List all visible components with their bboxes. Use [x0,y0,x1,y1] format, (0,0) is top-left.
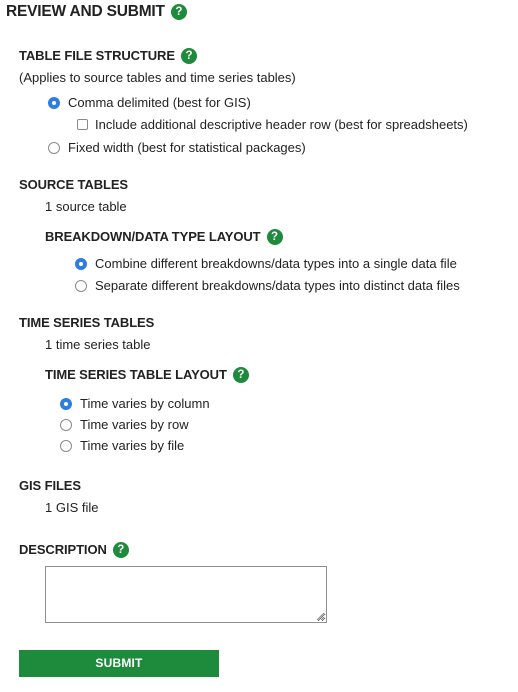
radio-label: Time varies by column [80,396,210,411]
radio-label: Time varies by row [80,417,189,432]
gis-files-count: 1 GIS file [45,500,99,515]
description-textarea[interactable] [45,566,327,623]
radio-label: Time varies by file [80,438,185,453]
table-file-structure-note: (Applies to source tables and time serie… [19,70,296,85]
checkbox-header-row[interactable]: Include additional descriptive header ro… [77,117,468,132]
radio-button[interactable] [48,142,60,154]
description-heading-row: DESCRIPTION? [19,542,129,558]
radio-button[interactable] [60,419,72,431]
help-icon[interactable]: ? [170,4,187,20]
radio-button[interactable] [60,440,72,452]
radio-separate-breakdowns[interactable]: Separate different breakdowns/data types… [75,278,460,293]
time-series-tables-heading: TIME SERIES TABLES [19,315,155,330]
page-title-row: REVIEW AND SUBMIT? [6,3,187,21]
checkbox-label: Include additional descriptive header ro… [95,117,468,132]
radio-button[interactable] [75,280,87,292]
checkbox[interactable] [77,119,88,130]
radio-label: Separate different breakdowns/data types… [95,278,460,293]
breakdown-layout-heading-row: BREAKDOWN/DATA TYPE LAYOUT? [45,229,283,245]
radio-time-by-column[interactable]: Time varies by column [60,396,210,411]
radio-button-selected[interactable] [60,398,72,410]
description-heading: DESCRIPTION [19,542,107,557]
time-series-layout-heading: TIME SERIES TABLE LAYOUT [45,367,227,382]
radio-fixed-width[interactable]: Fixed width (best for statistical packag… [48,140,306,155]
breakdown-layout-heading: BREAKDOWN/DATA TYPE LAYOUT [45,229,261,244]
help-icon[interactable]: ? [266,229,283,245]
source-tables-count: 1 source table [45,199,127,214]
radio-comma-delimited[interactable]: Comma delimited (best for GIS) [48,95,251,110]
resize-handle-icon[interactable] [316,612,325,621]
source-tables-heading: SOURCE TABLES [19,177,128,192]
table-file-structure-heading-row: TABLE FILE STRUCTURE? [19,48,197,64]
radio-combine-breakdowns[interactable]: Combine different breakdowns/data types … [75,256,457,271]
submit-button[interactable]: SUBMIT [19,650,219,677]
radio-time-by-row[interactable]: Time varies by row [60,417,189,432]
time-series-layout-heading-row: TIME SERIES TABLE LAYOUT? [45,367,249,383]
page-title: REVIEW AND SUBMIT [6,3,165,20]
help-icon[interactable]: ? [180,48,197,64]
help-icon[interactable]: ? [232,367,249,383]
radio-button-selected[interactable] [75,258,87,270]
radio-label: Comma delimited (best for GIS) [68,95,251,110]
gis-files-heading: GIS FILES [19,478,81,493]
table-file-structure-heading: TABLE FILE STRUCTURE [19,48,175,63]
help-icon[interactable]: ? [112,542,129,558]
radio-label: Combine different breakdowns/data types … [95,256,457,271]
radio-button-selected[interactable] [48,97,60,109]
time-series-tables-count: 1 time series table [45,337,151,352]
radio-time-by-file[interactable]: Time varies by file [60,438,184,453]
radio-label: Fixed width (best for statistical packag… [68,140,306,155]
